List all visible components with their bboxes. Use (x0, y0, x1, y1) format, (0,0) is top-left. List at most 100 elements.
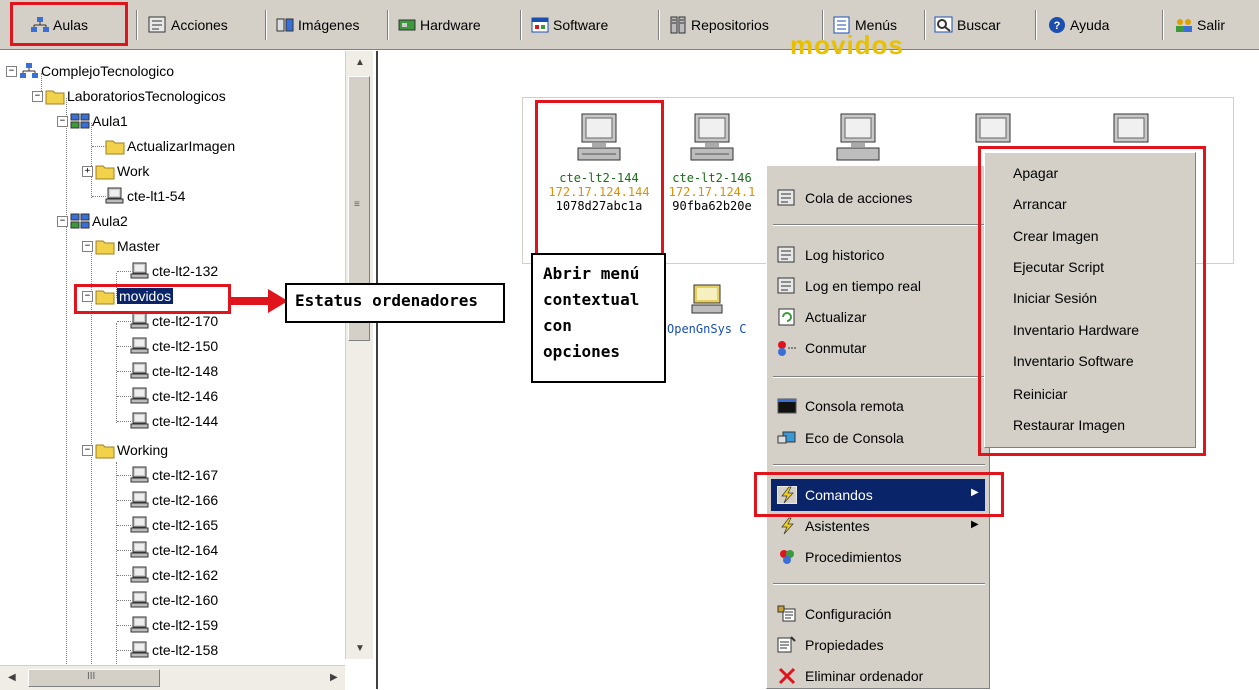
menu-item-label: Procedimientos (805, 549, 902, 565)
menu-item-label: Actualizar (805, 309, 867, 325)
repository-icon (670, 16, 686, 34)
tree-item-cte-lt2-162[interactable]: cte-lt2-162 (130, 563, 218, 587)
tree-item-label: Working (117, 442, 169, 458)
tree-item-cte-lt2-148[interactable]: cte-lt2-148 (130, 359, 218, 383)
scroll-right-icon[interactable]: ▶ (330, 672, 338, 683)
tree-item-laboratorios[interactable]: − LaboratoriosTecnologicos (32, 84, 226, 108)
tree-horizontal-scrollbar[interactable]: ◀ III ▶ (0, 665, 345, 690)
movidos-highlight-frame (74, 284, 231, 314)
tree-item-label: Aula2 (92, 213, 128, 229)
tree-item-label: Master (117, 238, 160, 254)
computer-icon (130, 566, 149, 583)
menu-item-log-historico[interactable]: Log historico (777, 241, 884, 269)
menu-item-label: Cola de acciones (805, 190, 913, 206)
computer-ip: 172.17.124.1 (668, 185, 756, 199)
tree-item-cte-lt2-166[interactable]: cte-lt2-166 (130, 488, 218, 512)
tree-item-working[interactable]: − Working (82, 438, 168, 462)
menu-item-actualizar[interactable]: Actualizar (777, 303, 866, 331)
menu-item-procedimientos[interactable]: Procedimientos (777, 543, 902, 571)
menu-item-cola-acciones[interactable]: Cola de acciones (777, 184, 912, 212)
properties-icon (777, 636, 796, 653)
toolbar-imagenes-button[interactable]: Imágenes (275, 8, 359, 42)
scroll-up-icon[interactable]: ▲ (355, 57, 365, 68)
tree-item-cte-lt1-54[interactable]: cte-lt1-54 (105, 184, 185, 208)
comandos-highlight-frame (754, 472, 1004, 517)
computer-icon (130, 362, 149, 379)
computer-icon (105, 187, 124, 204)
tree-item-label: cte-lt2-162 (152, 567, 219, 583)
menu-item-eco-consola[interactable]: Eco de Consola (777, 424, 904, 452)
collapse-toggle-icon[interactable]: − (57, 115, 68, 127)
classroom-icon (70, 113, 90, 129)
tree-item-aula1[interactable]: − Aula1 (57, 109, 128, 133)
scrollbar-thumb[interactable]: III (28, 669, 160, 687)
tree-item-master[interactable]: − Master (82, 234, 160, 258)
toolbar-acciones-label: Acciones (171, 17, 228, 33)
menu-item-eliminar-ordenador[interactable]: Eliminar ordenador (777, 662, 923, 690)
menu-item-configuracion[interactable]: Configuración (777, 600, 891, 628)
scroll-left-icon[interactable]: ◀ (8, 672, 16, 683)
tree-item-label: cte-lt2-160 (152, 592, 219, 608)
tree-item-label: cte-lt2-170 (152, 313, 219, 329)
computer-icon[interactable] (835, 112, 881, 164)
tree-item-cte-lt2-160[interactable]: cte-lt2-160 (130, 588, 218, 612)
tree-item-complejo[interactable]: − ComplejoTecnologico (6, 59, 174, 83)
folder-icon (95, 165, 115, 180)
menu-item-label: Log historico (805, 247, 885, 263)
help-icon: ? (1049, 17, 1065, 33)
collapse-toggle-icon[interactable]: − (6, 65, 17, 77)
delete-icon (778, 667, 796, 685)
collapse-toggle-icon[interactable]: − (82, 240, 93, 252)
software-icon (531, 17, 549, 33)
server-label[interactable]: OpenGnSys C (667, 322, 746, 336)
tree-item-label: cte-lt2-148 (152, 363, 219, 379)
toolbar-ayuda-button[interactable]: ? Ayuda (1047, 8, 1109, 42)
tree-item-label: ActualizarImagen (127, 138, 236, 154)
tree-item-cte-lt2-167[interactable]: cte-lt2-167 (130, 463, 218, 487)
tree-item-cte-lt2-164[interactable]: cte-lt2-164 (130, 538, 218, 562)
menu-item-conmutar[interactable]: Conmutar (777, 334, 866, 362)
computer-icon (130, 541, 149, 558)
collapse-toggle-icon[interactable]: − (32, 90, 43, 102)
hardware-icon (398, 19, 416, 31)
computer-icon (130, 616, 149, 633)
tree-item-work[interactable]: + Work (82, 159, 149, 183)
tree-vertical-scrollbar[interactable]: ▲ ≡ ▼ (345, 51, 373, 659)
folder-icon (95, 240, 115, 255)
tree-item-label: Work (117, 163, 150, 179)
collapse-toggle-icon[interactable]: − (82, 444, 93, 456)
tree-item-cte-lt2-144[interactable]: cte-lt2-144 (130, 409, 218, 433)
tree-item-actualizarimagen[interactable]: ActualizarImagen (105, 134, 235, 158)
tree-item-label: LaboratoriosTecnologicos (67, 88, 226, 104)
folder-icon (105, 140, 125, 155)
tree-item-cte-lt2-158[interactable]: cte-lt2-158 (130, 638, 218, 662)
computer-card[interactable]: cte-lt2-146 172.17.124.1 90fba62b20e (658, 112, 766, 213)
tree-item-aula2[interactable]: − Aula2 (57, 209, 128, 233)
menu-callout-line: opciones (543, 342, 621, 361)
tree-item-cte-lt2-159[interactable]: cte-lt2-159 (130, 613, 218, 637)
toolbar-salir-button[interactable]: Salir (1174, 8, 1225, 42)
menu-callout: Abrir menú contextual con opciones (531, 253, 666, 383)
collapse-toggle-icon[interactable]: − (57, 215, 68, 227)
tree-item-cte-lt2-165[interactable]: cte-lt2-165 (130, 513, 218, 537)
tree-item-label: cte-lt2-164 (152, 542, 219, 558)
refresh-icon (778, 308, 795, 326)
toolbar-hardware-button[interactable]: Hardware (397, 8, 481, 42)
scroll-down-icon[interactable]: ▼ (355, 643, 365, 654)
toolbar-acciones-button[interactable]: Acciones (148, 8, 228, 42)
network-icon (20, 63, 38, 78)
toolbar-salir-label: Salir (1197, 17, 1226, 33)
tree-item-cte-lt2-150[interactable]: cte-lt2-150 (130, 334, 218, 358)
menu-item-consola-remota[interactable]: Consola remota (777, 392, 904, 420)
expand-toggle-icon[interactable]: + (82, 165, 93, 177)
menu-item-propiedades[interactable]: Propiedades (777, 631, 884, 659)
toolbar-software-button[interactable]: Software (530, 8, 608, 42)
toolbar-buscar-button[interactable]: Buscar (934, 8, 1001, 42)
tree-item-cte-lt2-132[interactable]: cte-lt2-132 (130, 259, 218, 283)
computer-highlight-frame (535, 100, 664, 260)
server-icon[interactable] (690, 283, 724, 315)
tree-item-cte-lt2-146[interactable]: cte-lt2-146 (130, 384, 218, 408)
menu-item-log-tiempo-real[interactable]: Log en tiempo real (777, 272, 921, 300)
search-icon (934, 16, 953, 33)
toolbar-repositorios-button[interactable]: Repositorios (668, 8, 769, 42)
